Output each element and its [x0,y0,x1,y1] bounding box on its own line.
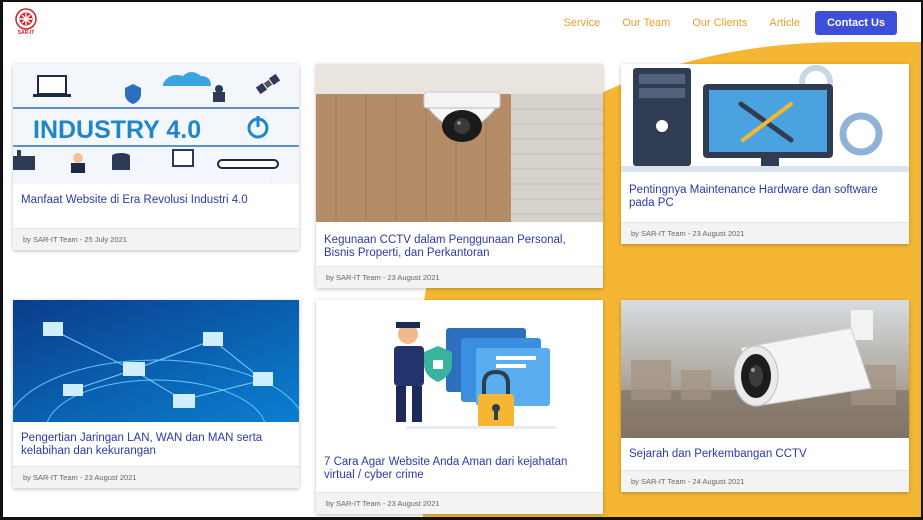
article-title[interactable]: Kegunaan CCTV dalam Penggunaan Personal,… [316,222,603,260]
article-meta: by SAR-IT Team - 25 July 2021 [13,228,299,250]
article-card-pc-maintenance[interactable]: Pentingnya Maintenance Hardware dan soft… [621,64,909,244]
article-card-cctv-history[interactable]: Sejarah dan Perkembangan CCTV by SAR-IT … [621,300,909,492]
svg-text:INDUSTRY 4.0: INDUSTRY 4.0 [33,116,201,144]
svg-text:SAR-IT: SAR-IT [18,30,35,36]
contact-us-button[interactable]: Contact Us [814,11,897,35]
article-card-industry[interactable]: INDUSTRY 4.0 . Manfaat Website di Era Re… [13,64,299,250]
article-meta: by SAR-IT Team - 23 August 2021 [316,492,603,514]
nav-our-clients[interactable]: Our Clients [681,17,758,29]
security-guard-illustration [316,300,603,440]
article-title[interactable]: 7 Cara Agar Website Anda Aman dari kejah… [316,440,603,482]
article-meta: by SAR-IT Team - 23 August 2021 [316,266,603,288]
nav-our-team[interactable]: Our Team [611,17,681,29]
article-card-website-security[interactable]: 7 Cara Agar Website Anda Aman dari kejah… [316,300,603,514]
pc-maintenance-illustration [621,64,909,172]
network-globe-photo [13,300,299,422]
industry-4-illustration: INDUSTRY 4.0 . [13,64,299,184]
article-meta: by SAR-IT Team - 23 August 2021 [621,222,909,244]
article-card-cctv-uses[interactable]: Kegunaan CCTV dalam Penggunaan Personal,… [316,64,603,288]
svg-text:.: . [271,176,272,182]
page-frame: SAR-IT Service Our Team Our Clients Arti… [0,0,923,520]
nav-links: Service Our Team Our Clients Article Con… [553,11,897,35]
navbar: SAR-IT Service Our Team Our Clients Arti… [3,2,921,42]
article-meta: by SAR-IT Team - 23 August 2021 [13,466,299,488]
nav-service[interactable]: Service [553,17,612,29]
dome-cctv-photo [316,64,603,222]
article-title[interactable]: Pentingnya Maintenance Hardware dan soft… [621,172,909,210]
article-title[interactable]: Manfaat Website di Era Revolusi Industri… [13,184,299,207]
nav-article[interactable]: Article [758,17,811,29]
article-meta: by SAR-IT Team - 24 August 2021 [621,470,909,492]
article-card-network[interactable]: Pengertian Jaringan LAN, WAN dan MAN ser… [13,300,299,488]
article-title[interactable]: Pengertian Jaringan LAN, WAN dan MAN ser… [13,422,299,458]
sar-it-logo[interactable]: SAR-IT [13,8,39,36]
bullet-cctv-photo [621,300,909,438]
article-title[interactable]: Sejarah dan Perkembangan CCTV [621,438,909,461]
